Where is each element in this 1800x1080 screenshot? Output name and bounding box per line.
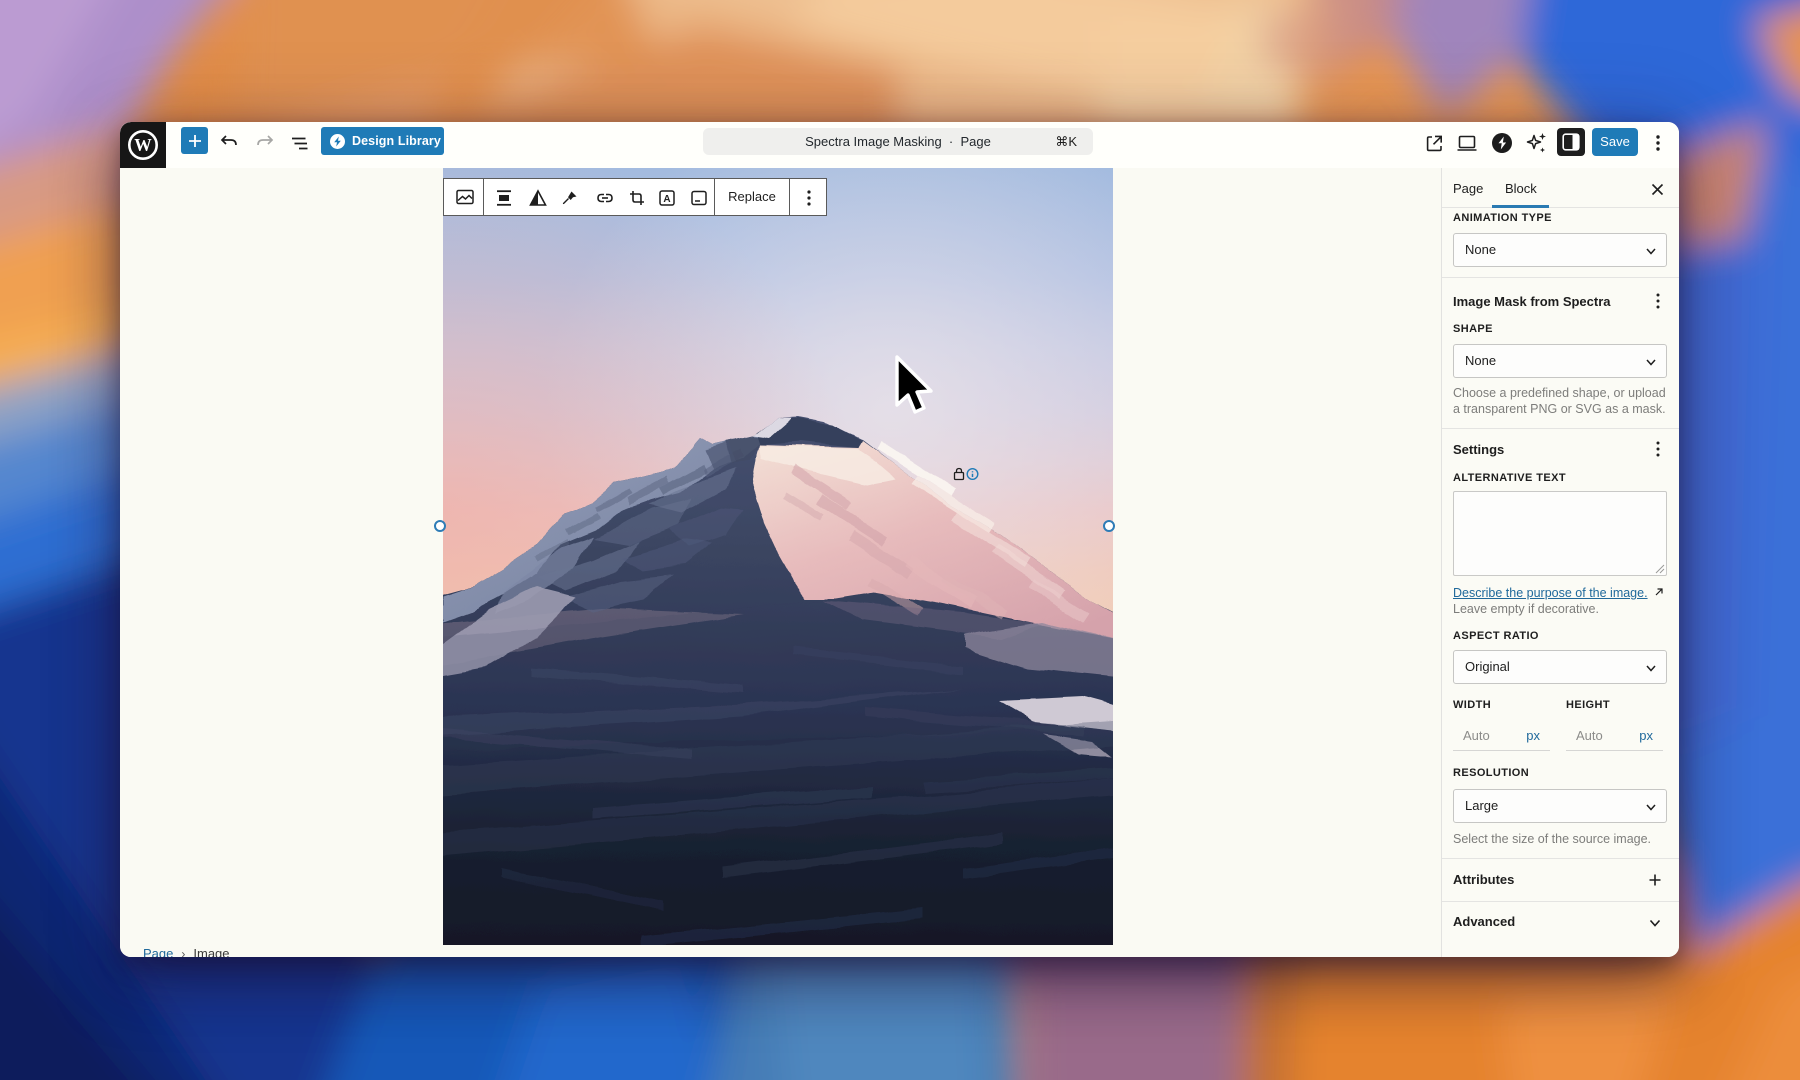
svg-text:A: A [663,194,670,205]
svg-text:W: W [134,135,152,155]
